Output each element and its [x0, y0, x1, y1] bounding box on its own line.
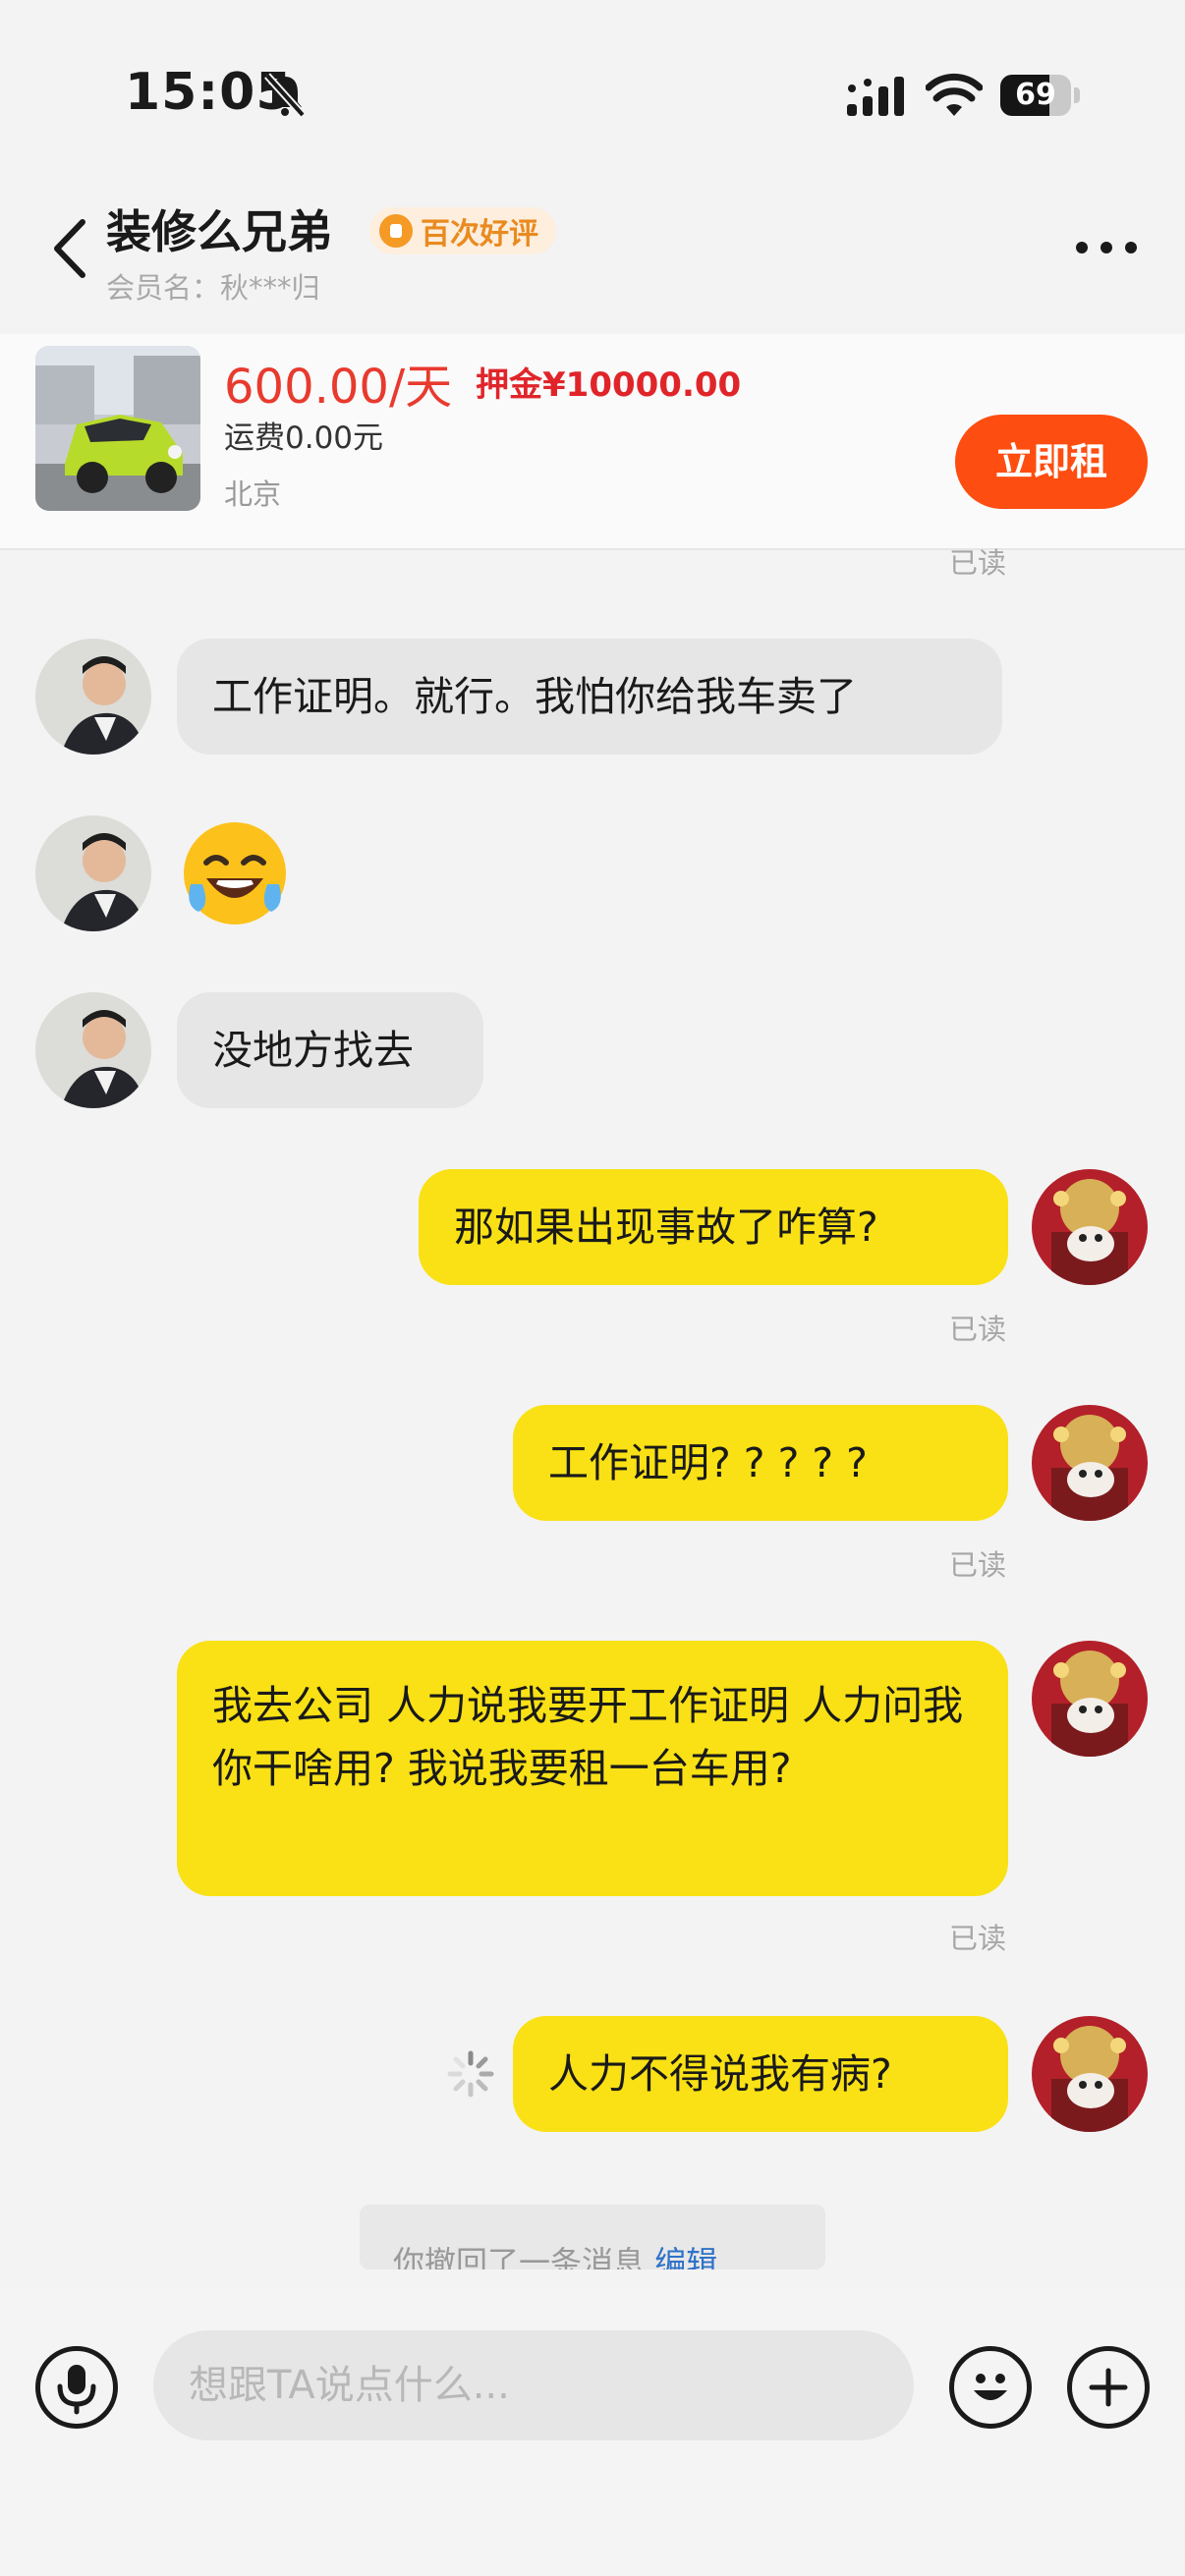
product-location: 北京: [224, 477, 282, 511]
cellular-signal-icon: [847, 77, 904, 116]
read-status: 已读: [949, 1548, 1007, 1582]
rental-price: 600.00/天: [224, 360, 453, 415]
recall-edit-link[interactable]: 编辑: [654, 2244, 717, 2269]
emoji-button[interactable]: [949, 2346, 1032, 2429]
message-bubble-outgoing[interactable]: 我去公司 人力说我要开工作证明 人力问我 你干啥用? 我说我要租一台车用?: [177, 1641, 1008, 1896]
message-bubble-outgoing[interactable]: 那如果出现事故了咋算?: [419, 1169, 1008, 1285]
read-status: 已读: [949, 1313, 1007, 1346]
contact-avatar[interactable]: [35, 815, 151, 931]
shipping-fee: 运费0.00元: [224, 420, 384, 456]
my-avatar[interactable]: [1032, 1169, 1148, 1285]
read-status: 已读: [949, 1922, 1007, 1955]
bell-muted-icon: [264, 73, 306, 118]
emoji-message[interactable]: 😂: [177, 815, 293, 931]
read-status: 已读: [949, 546, 1007, 580]
contact-avatar[interactable]: [35, 992, 151, 1108]
my-avatar[interactable]: [1032, 1641, 1148, 1757]
message-bubble-outgoing[interactable]: 工作证明? ? ? ? ?: [513, 1405, 1008, 1521]
message-bubble-incoming[interactable]: 没地方找去: [177, 992, 483, 1108]
praise-badge: 百次好评: [369, 207, 556, 254]
conversation-title: 装修么兄弟: [106, 205, 332, 258]
member-name: 会员名：秋***归: [106, 271, 320, 305]
input-bar: [0, 2289, 1185, 2576]
microphone-icon: [57, 2365, 96, 2415]
tears-of-joy-emoji-icon: [184, 822, 286, 924]
deposit-amount: 押金¥10000.00: [476, 365, 742, 405]
recall-notice-text: 你撤回了一条消息: [393, 2244, 646, 2269]
message-bubble-outgoing[interactable]: 人力不得说我有病?: [513, 2016, 1008, 2132]
thumbs-up-icon: [379, 214, 413, 248]
more-actions-button[interactable]: [1067, 2346, 1150, 2429]
contact-avatar[interactable]: [35, 639, 151, 755]
car-thumbnail[interactable]: [35, 346, 200, 511]
product-card[interactable]: 600.00/天 押金¥10000.00 运费0.00元 北京 立即租: [0, 334, 1185, 550]
back-arrow-icon[interactable]: [49, 218, 88, 279]
plus-icon: [1089, 2368, 1128, 2407]
recall-notice: 你撤回了一条消息 编辑: [360, 2205, 825, 2269]
my-avatar[interactable]: [1032, 1405, 1148, 1521]
my-avatar[interactable]: [1032, 2016, 1148, 2132]
voice-input-button[interactable]: [35, 2346, 118, 2429]
more-options-icon[interactable]: [1075, 241, 1138, 254]
wifi-icon: [926, 73, 983, 116]
message-input[interactable]: [153, 2330, 914, 2440]
emoji-text: 😂: [293, 815, 294, 816]
battery-indicator: 69: [1000, 75, 1080, 116]
smiley-icon: [974, 2374, 1007, 2400]
praise-badge-label: 百次好评: [421, 217, 538, 252]
rent-now-button[interactable]: 立即租: [955, 415, 1148, 509]
sending-spinner-icon: [447, 2050, 494, 2098]
battery-percent: 69: [1015, 78, 1056, 112]
message-bubble-incoming[interactable]: 工作证明。就行。我怕你给我车卖了: [177, 639, 1002, 755]
